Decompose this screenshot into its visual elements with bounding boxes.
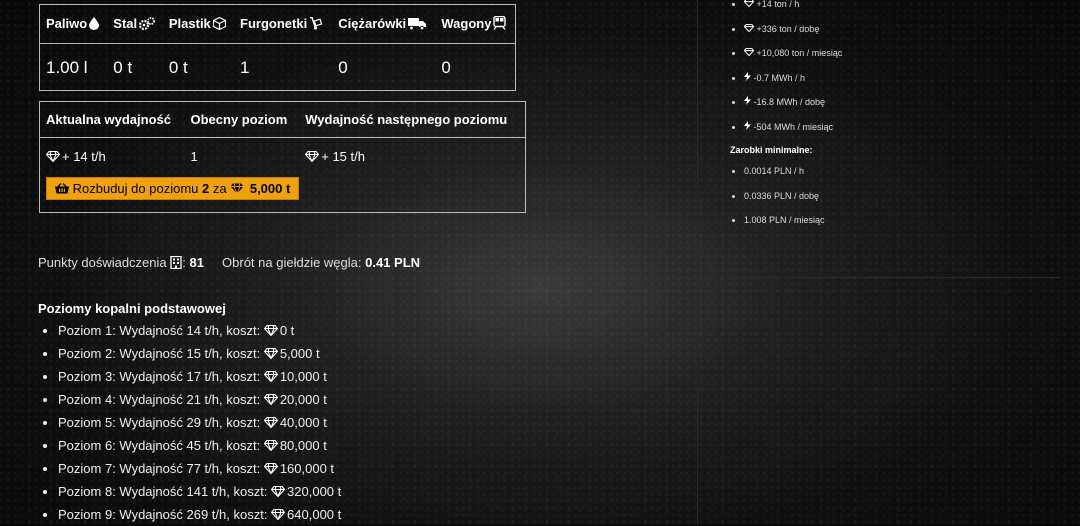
truck-icon bbox=[408, 17, 427, 33]
trucks-value: 0 bbox=[338, 58, 348, 77]
header-current-output: Aktualna wydajność bbox=[39, 101, 185, 138]
list-item: 0.0336 PLN / dobę bbox=[744, 184, 842, 209]
building-icon bbox=[170, 255, 182, 270]
diamond-icon bbox=[743, 0, 755, 8]
basket-icon bbox=[55, 182, 69, 194]
list-item: +336 ton / dobę bbox=[743, 17, 842, 42]
production-value-row: + 14 t/h 1 + 15 t/h bbox=[40, 137, 526, 175]
list-item: 0.0014 PLN / h bbox=[744, 159, 842, 184]
diamond-icon bbox=[271, 486, 286, 497]
diamond-icon bbox=[271, 509, 286, 520]
header-next-output: Wydajność następnego poziomu bbox=[299, 101, 526, 138]
list-item: -16.8 MWh / dobę bbox=[744, 90, 842, 115]
list-item: Poziom 7: Wydajność 77 t/h, koszt: 160,0… bbox=[58, 457, 341, 480]
production-table: Aktualna wydajność Obecny poziom Wydajno… bbox=[39, 101, 526, 213]
upgrade-prefix: Rozbuduj do poziomu bbox=[72, 180, 199, 196]
header-wagons: Wagony bbox=[435, 4, 516, 44]
diamond-icon bbox=[263, 325, 278, 336]
header-trucks: Ciężarówki bbox=[332, 4, 436, 44]
diamond-icon bbox=[263, 463, 278, 474]
current-output: + 14 t/h bbox=[40, 137, 185, 175]
header-plastic: Plastik bbox=[162, 4, 235, 44]
xp-value: 81 bbox=[189, 255, 204, 270]
list-item: Poziom 9: Wydajność 269 t/h, koszt: 640,… bbox=[58, 503, 341, 526]
diamond-icon bbox=[263, 440, 278, 451]
min-earnings-list: 0.0014 PLN / h 0.0336 PLN / dobę 1.008 P… bbox=[730, 159, 842, 233]
stats-line: Punkty doświadczenia : 81 Obrót na giełd… bbox=[38, 255, 421, 270]
list-item: -0.7 MWh / h bbox=[744, 66, 842, 91]
diamond-icon bbox=[305, 150, 320, 162]
diamond-icon bbox=[46, 150, 60, 162]
levels-list: Poziom 1: Wydajność 14 t/h, koszt: 0 t P… bbox=[38, 319, 341, 526]
upgrade-level: 2 bbox=[202, 180, 210, 196]
cube-icon bbox=[212, 16, 226, 33]
list-item: +10,080 ton / miesiąc bbox=[743, 41, 842, 66]
list-item: 1.008 PLN / miesiąc bbox=[744, 208, 842, 233]
hand-truck-icon bbox=[309, 16, 323, 33]
lightning-icon bbox=[744, 120, 751, 130]
diamond-icon bbox=[263, 417, 278, 428]
production-rates-list: +14 ton / h +336 ton / dobę +10,080 ton … bbox=[730, 0, 842, 139]
gears-icon bbox=[139, 17, 156, 33]
turnover-label: Obrót na giełdzie węgla: bbox=[222, 255, 362, 270]
list-item: Poziom 5: Wydajność 29 t/h, koszt: 40,00… bbox=[58, 411, 341, 434]
plastic-value: 0 t bbox=[168, 58, 188, 77]
diamond-icon bbox=[743, 23, 755, 32]
list-item: Poziom 2: Wydajność 15 t/h, koszt: 5,000… bbox=[58, 342, 341, 365]
production-header-row: Aktualna wydajność Obecny poziom Wydajno… bbox=[39, 101, 526, 138]
min-earnings-title: Zarobki minimalne: bbox=[730, 145, 813, 155]
diamond-icon bbox=[263, 394, 278, 405]
list-item: Poziom 6: Wydajność 45 t/h, koszt: 80,00… bbox=[58, 434, 341, 457]
upgrade-cell: Rozbuduj do poziomu 2 za 5,000 t bbox=[40, 175, 526, 213]
header-steel: Stal bbox=[107, 4, 163, 44]
fuel-drop-icon bbox=[89, 17, 100, 33]
next-output: + 15 t/h bbox=[299, 137, 525, 175]
list-item: Poziom 4: Wydajność 21 t/h, koszt: 20,00… bbox=[58, 388, 341, 411]
resources-header-row: Paliwo Stal Plastik Furgonetki Ciężarówk… bbox=[39, 4, 516, 44]
list-item: +14 ton / h bbox=[743, 0, 842, 17]
turnover-value: 0.41 PLN bbox=[365, 255, 421, 270]
upgrade-row: Rozbuduj do poziomu 2 za 5,000 t bbox=[40, 175, 526, 213]
header-current-level: Obecny poziom bbox=[184, 101, 300, 138]
levels-title: Poziomy kopalni podstawowej bbox=[38, 301, 226, 316]
upgrade-mid: za bbox=[212, 180, 227, 196]
vans-value: 1 bbox=[240, 58, 250, 77]
upgrade-button[interactable]: Rozbuduj do poziomu 2 za 5,000 t bbox=[46, 176, 300, 200]
fuel-value: 1.00 l bbox=[46, 58, 88, 77]
lightning-icon bbox=[744, 71, 751, 81]
list-item: Poziom 1: Wydajność 14 t/h, koszt: 0 t bbox=[58, 319, 341, 342]
steel-value: 0 t bbox=[113, 58, 133, 77]
right-panel: +14 ton / h +336 ton / dobę +10,080 ton … bbox=[730, 0, 842, 233]
diamond-icon bbox=[263, 371, 278, 382]
column-divider bbox=[697, 0, 698, 524]
list-item: Poziom 8: Wydajność 141 t/h, koszt: 320,… bbox=[58, 480, 341, 503]
xp-label: Punkty doświadczenia bbox=[38, 255, 167, 270]
upgrade-cost: 5,000 t bbox=[249, 180, 291, 196]
train-icon bbox=[493, 15, 507, 33]
header-fuel: Paliwo bbox=[39, 4, 108, 44]
resources-value-row: 1.00 l 0 t 0 t 1 0 0 bbox=[40, 44, 516, 91]
diamond-icon bbox=[743, 47, 755, 57]
lightning-icon bbox=[744, 96, 751, 105]
current-level: 1 bbox=[190, 148, 198, 164]
right-panel-divider bbox=[727, 277, 1060, 278]
resources-table: Paliwo Stal Plastik Furgonetki Ciężarówk… bbox=[39, 4, 516, 91]
wagons-value: 0 bbox=[441, 58, 451, 77]
list-item: Poziom 3: Wydajność 17 t/h, koszt: 10,00… bbox=[58, 365, 341, 388]
header-vans: Furgonetki bbox=[234, 4, 333, 44]
diamond-icon bbox=[263, 348, 278, 359]
list-item: -504 MWh / miesiąc bbox=[744, 115, 842, 140]
diamond-icon bbox=[230, 183, 244, 194]
